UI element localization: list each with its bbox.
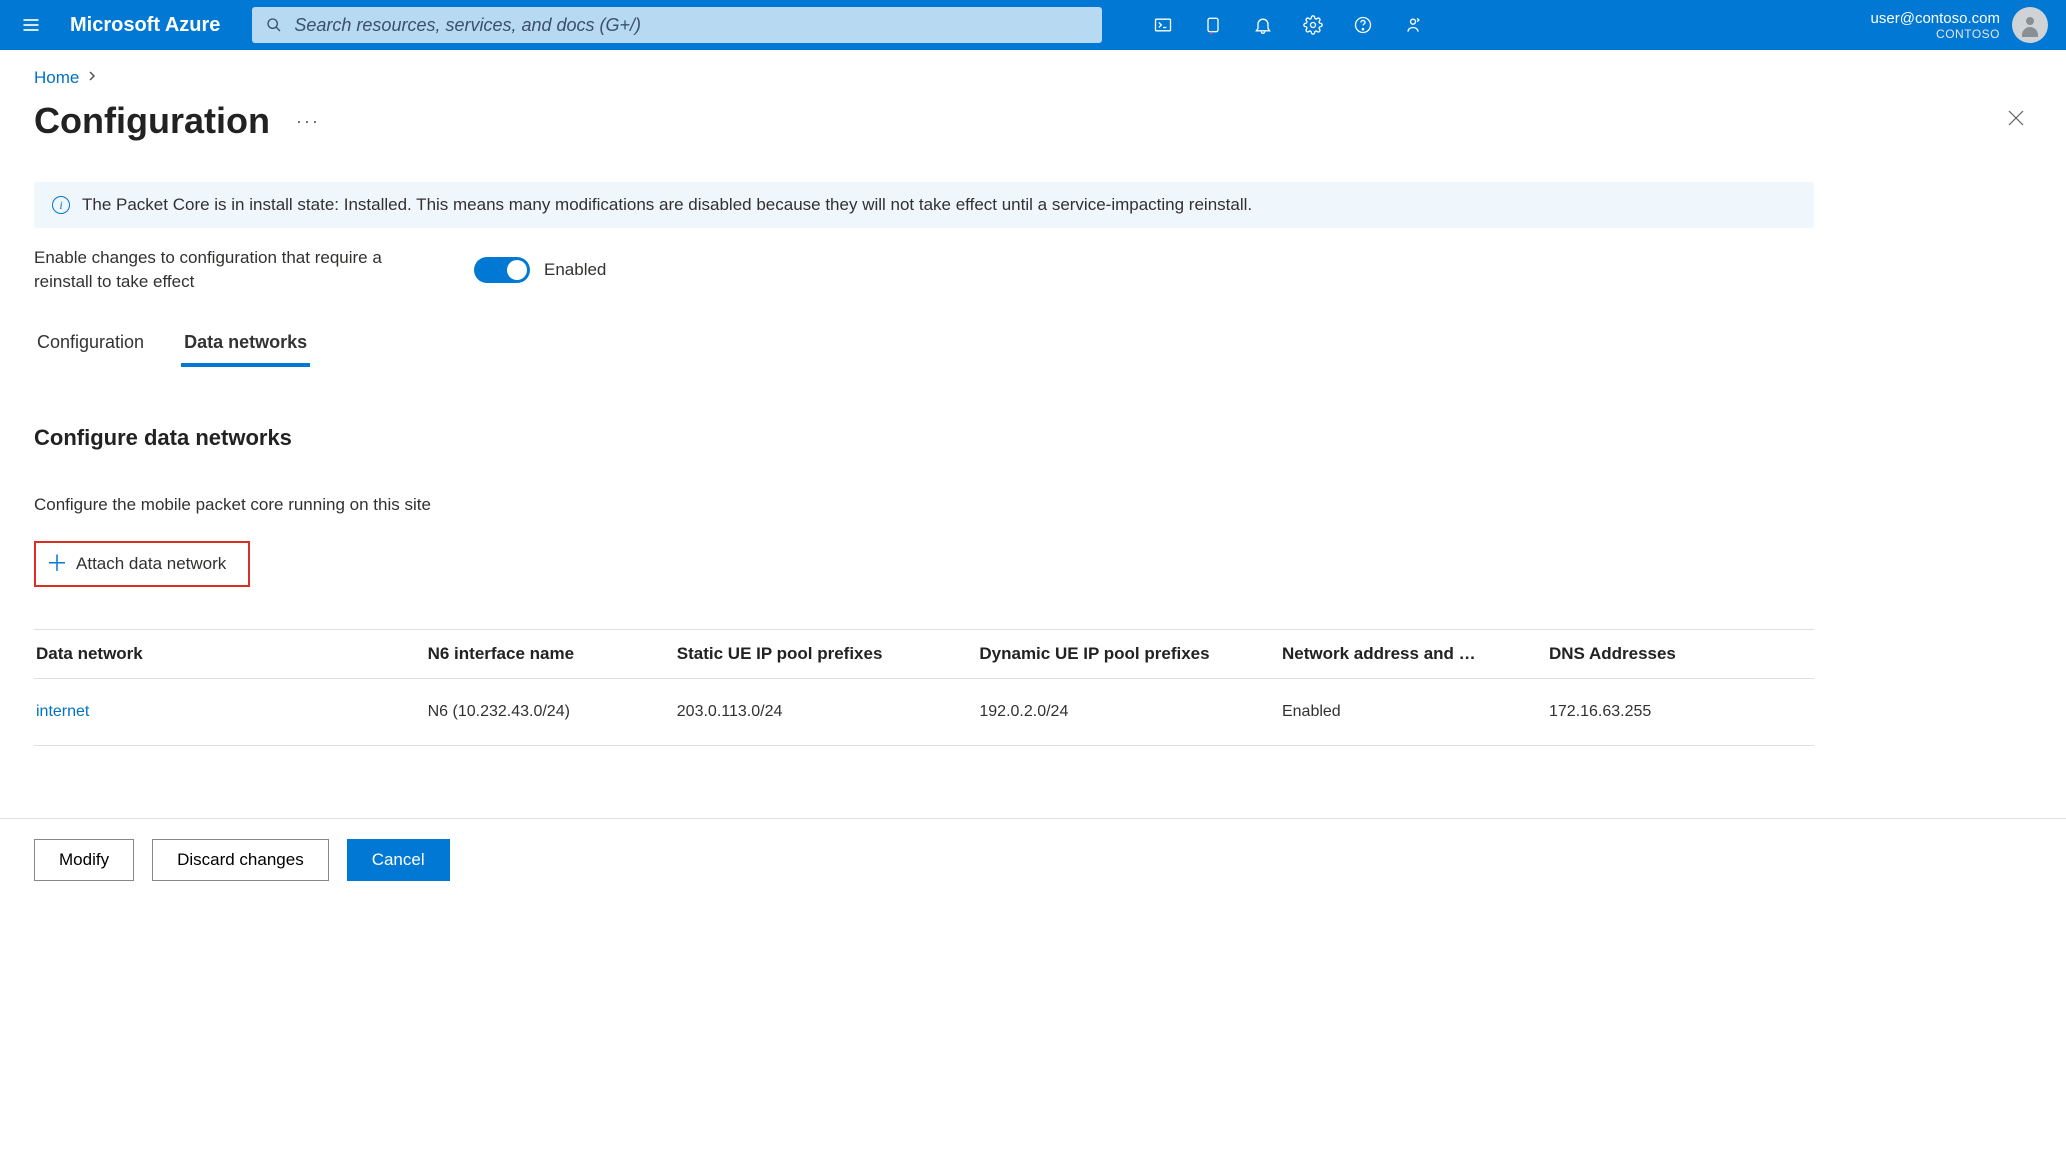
help-icon[interactable] bbox=[1338, 0, 1388, 50]
col-network-address[interactable]: Network address and … bbox=[1280, 630, 1547, 679]
data-networks-table-wrap: Data network N6 interface name Static UE… bbox=[34, 629, 1814, 746]
footer-actions: Modify Discard changes Cancel bbox=[0, 818, 2066, 901]
copilot-icon[interactable] bbox=[1188, 0, 1238, 50]
modify-button[interactable]: Modify bbox=[34, 839, 134, 881]
info-icon: i bbox=[52, 196, 70, 214]
breadcrumb-home-link[interactable]: Home bbox=[34, 68, 79, 88]
cancel-button[interactable]: Cancel bbox=[347, 839, 450, 881]
col-n6-interface[interactable]: N6 interface name bbox=[426, 630, 675, 679]
avatar-icon bbox=[2012, 7, 2048, 43]
tab-data-networks[interactable]: Data networks bbox=[181, 324, 310, 367]
info-message: The Packet Core is in install state: Ins… bbox=[82, 195, 1252, 215]
tab-configuration[interactable]: Configuration bbox=[34, 324, 147, 367]
close-blade-button[interactable] bbox=[1999, 101, 2033, 141]
brand-label[interactable]: Microsoft Azure bbox=[52, 14, 252, 37]
tab-bar: Configuration Data networks bbox=[34, 324, 1814, 367]
enable-changes-row: Enable changes to configuration that req… bbox=[34, 246, 1814, 294]
search-container: Search resources, services, and docs (G+… bbox=[252, 7, 1102, 43]
cell-dynamic-ue-ip: 192.0.2.0/24 bbox=[977, 679, 1280, 746]
col-data-network[interactable]: Data network bbox=[34, 630, 426, 679]
hamburger-menu-button[interactable] bbox=[10, 0, 52, 50]
col-dns-addresses[interactable]: DNS Addresses bbox=[1547, 630, 1814, 679]
cell-n6-interface: N6 (10.232.43.0/24) bbox=[426, 679, 675, 746]
attach-data-network-label: Attach data network bbox=[76, 554, 226, 574]
feedback-icon[interactable] bbox=[1388, 0, 1438, 50]
col-static-ue-ip[interactable]: Static UE IP pool prefixes bbox=[675, 630, 978, 679]
chevron-right-icon bbox=[87, 68, 97, 88]
search-placeholder: Search resources, services, and docs (G+… bbox=[294, 15, 641, 36]
section-subtext: Configure the mobile packet core running… bbox=[34, 495, 1814, 515]
title-row: Configuration ··· bbox=[34, 100, 2041, 142]
cell-data-network-name[interactable]: internet bbox=[34, 679, 426, 746]
cloud-shell-icon[interactable] bbox=[1138, 0, 1188, 50]
settings-icon[interactable] bbox=[1288, 0, 1338, 50]
account-texts: user@contoso.com CONTOSO bbox=[1871, 10, 2000, 41]
more-actions-button[interactable]: ··· bbox=[288, 107, 328, 136]
data-networks-table: Data network N6 interface name Static UE… bbox=[34, 630, 1814, 745]
col-dynamic-ue-ip[interactable]: Dynamic UE IP pool prefixes bbox=[977, 630, 1280, 679]
discard-changes-button[interactable]: Discard changes bbox=[152, 839, 329, 881]
section-heading: Configure data networks bbox=[34, 425, 1814, 451]
top-icon-bar bbox=[1138, 0, 1438, 50]
enable-changes-label: Enable changes to configuration that req… bbox=[34, 246, 474, 294]
page-content: Home Configuration ··· i The Packet Core… bbox=[0, 50, 2066, 746]
account-email: user@contoso.com bbox=[1871, 10, 2000, 27]
account-org: CONTOSO bbox=[1871, 27, 2000, 41]
enable-changes-toggle[interactable] bbox=[474, 257, 530, 283]
plus-icon: ＋ bbox=[46, 553, 68, 575]
table-row[interactable]: internet N6 (10.232.43.0/24) 203.0.113.0… bbox=[34, 679, 1814, 746]
global-search-input[interactable]: Search resources, services, and docs (G+… bbox=[252, 7, 1102, 43]
breadcrumb: Home bbox=[34, 68, 2041, 88]
notifications-icon[interactable] bbox=[1238, 0, 1288, 50]
page-title: Configuration bbox=[34, 100, 270, 142]
cell-network-address: Enabled bbox=[1280, 679, 1547, 746]
cell-static-ue-ip: 203.0.113.0/24 bbox=[675, 679, 978, 746]
info-banner: i The Packet Core is in install state: I… bbox=[34, 182, 1814, 228]
account-menu[interactable]: user@contoso.com CONTOSO bbox=[1871, 7, 2056, 43]
enable-changes-state: Enabled bbox=[544, 260, 606, 280]
azure-top-bar: Microsoft Azure Search resources, servic… bbox=[0, 0, 2066, 50]
cell-dns-addresses: 172.16.63.255 bbox=[1547, 679, 1814, 746]
attach-data-network-button[interactable]: ＋ Attach data network bbox=[34, 541, 250, 587]
